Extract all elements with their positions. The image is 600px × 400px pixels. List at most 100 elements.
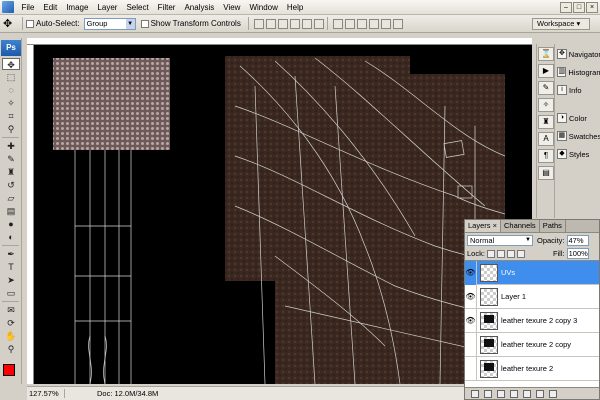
path-selection-tool-icon[interactable]: ➤: [2, 274, 20, 286]
menu-filter[interactable]: Filter: [153, 0, 180, 15]
layer-row[interactable]: leather texure 2: [465, 356, 599, 381]
character-panel-icon[interactable]: A: [538, 132, 554, 146]
actions-panel-icon[interactable]: ▶: [538, 64, 554, 78]
eyedropper-tool-icon[interactable]: ⚲: [2, 123, 20, 135]
menu-analysis[interactable]: Analysis: [180, 0, 219, 15]
navigator-panel-button[interactable]: ✥ Navigator: [555, 46, 600, 62]
zoom-tool-icon[interactable]: ⚲: [2, 343, 20, 355]
tool-presets-icon[interactable]: ✧: [538, 98, 554, 112]
clone-source-icon[interactable]: ♜: [538, 115, 554, 129]
distribute-vcenter-icon[interactable]: [344, 18, 355, 29]
tab-channels[interactable]: Channels: [501, 220, 540, 232]
blur-tool-icon[interactable]: ●: [2, 218, 20, 230]
adjustment-layer-icon[interactable]: [510, 389, 518, 398]
blend-mode-dropdown[interactable]: Normal ▼: [467, 234, 533, 246]
move-tool-preset-icon[interactable]: ✥: [3, 17, 19, 30]
trash-icon[interactable]: [549, 389, 557, 398]
marquee-tool-icon[interactable]: ⬚: [2, 71, 20, 83]
hand-tool-icon[interactable]: ✋: [2, 330, 20, 342]
visibility-toggle[interactable]: [465, 356, 477, 381]
auto-select-checkbox[interactable]: [26, 19, 34, 28]
vertical-ruler[interactable]: [27, 45, 34, 384]
color-panel-button[interactable]: ◑ Color: [555, 110, 600, 126]
crop-tool-icon[interactable]: ⌗: [2, 110, 20, 122]
close-button[interactable]: ×: [586, 2, 598, 13]
align-bottom-icon[interactable]: [277, 18, 288, 29]
minimize-button[interactable]: –: [560, 2, 572, 13]
info-panel-button[interactable]: i Info: [555, 82, 600, 98]
clone-stamp-tool-icon[interactable]: ♜: [2, 166, 20, 178]
align-left-icon[interactable]: [289, 18, 300, 29]
magic-wand-tool-icon[interactable]: ✧: [2, 97, 20, 109]
lasso-tool-icon[interactable]: ◌: [2, 84, 20, 96]
align-vcenter-icon[interactable]: [265, 18, 276, 29]
3d-rotate-tool-icon[interactable]: ⟳: [2, 317, 20, 329]
new-group-icon[interactable]: [523, 389, 531, 398]
history-brush-tool-icon[interactable]: ↺: [2, 179, 20, 191]
brush-tool-icon[interactable]: ✎: [2, 153, 20, 165]
show-transform-checkbox[interactable]: [140, 19, 149, 28]
type-tool-icon[interactable]: T: [2, 261, 20, 273]
distribute-top-icon[interactable]: [332, 18, 343, 29]
dodge-tool-icon[interactable]: ◐: [2, 231, 20, 243]
foreground-color-swatch[interactable]: [3, 364, 15, 376]
visibility-eye-icon[interactable]: 👁: [465, 261, 477, 285]
restore-button[interactable]: □: [573, 2, 585, 13]
layer-style-icon[interactable]: [484, 389, 492, 398]
layer-comps-icon[interactable]: ▤: [538, 166, 554, 180]
visibility-eye-icon[interactable]: 👁: [465, 284, 477, 309]
new-layer-icon[interactable]: [536, 389, 544, 398]
move-tool-icon[interactable]: ✥: [2, 58, 20, 70]
zoom-level[interactable]: 127.57%: [27, 389, 65, 398]
gradient-tool-icon[interactable]: ▤: [2, 205, 20, 217]
swatches-panel-button[interactable]: ▦ Swatches: [555, 128, 600, 144]
photoshop-app-icon[interactable]: [2, 1, 14, 13]
notes-tool-icon[interactable]: ✉: [2, 304, 20, 316]
canvas[interactable]: [35, 46, 532, 384]
menu-image[interactable]: Image: [62, 0, 93, 15]
menu-window[interactable]: Window: [245, 0, 282, 15]
menu-layer[interactable]: Layer: [93, 0, 122, 15]
distribute-right-icon[interactable]: [392, 18, 403, 29]
distribute-hcenter-icon[interactable]: [380, 18, 391, 29]
document-window[interactable]: [27, 38, 532, 384]
lock-position-icon[interactable]: [506, 249, 515, 258]
auto-select-dropdown[interactable]: Group ▼: [83, 17, 136, 30]
visibility-toggle[interactable]: [465, 332, 477, 357]
tab-layers[interactable]: Layers ×: [465, 220, 501, 232]
lock-pixels-icon[interactable]: [496, 249, 505, 258]
healing-brush-tool-icon[interactable]: ✚: [2, 140, 20, 152]
tab-paths[interactable]: Paths: [540, 220, 566, 232]
pen-tool-icon[interactable]: ✒: [2, 248, 20, 260]
styles-panel-button[interactable]: ◆ Styles: [555, 146, 600, 162]
fill-field[interactable]: 100%: [566, 248, 589, 259]
align-top-icon[interactable]: [253, 18, 264, 29]
workspace-button[interactable]: Workspace ▾: [532, 18, 590, 30]
lock-all-icon[interactable]: [516, 249, 525, 258]
histogram-panel-button[interactable]: ▥ Histogram: [555, 64, 600, 80]
menu-file[interactable]: File: [17, 0, 39, 15]
align-right-icon[interactable]: [313, 18, 324, 29]
horizontal-ruler[interactable]: [27, 38, 532, 45]
layer-row[interactable]: 👁 Layer 1: [465, 284, 599, 309]
menu-select[interactable]: Select: [122, 0, 153, 15]
opacity-field[interactable]: 47%: [566, 234, 589, 246]
link-layers-icon[interactable]: [471, 389, 479, 398]
history-panel-icon[interactable]: ⌛: [538, 47, 554, 61]
shape-tool-icon[interactable]: ▭: [2, 287, 20, 299]
eraser-tool-icon[interactable]: ▱: [2, 192, 20, 204]
layer-row[interactable]: 👁 UVs: [465, 261, 599, 285]
menu-help[interactable]: Help: [282, 0, 307, 15]
layer-row[interactable]: 👁 leather texure 2 copy 3: [465, 308, 599, 333]
lock-transparency-icon[interactable]: [486, 249, 495, 258]
menu-edit[interactable]: Edit: [39, 0, 62, 15]
brushes-panel-icon[interactable]: ✎: [538, 81, 554, 95]
distribute-bottom-icon[interactable]: [356, 18, 367, 29]
align-hcenter-icon[interactable]: [301, 18, 312, 29]
paragraph-panel-icon[interactable]: ¶: [538, 149, 554, 163]
distribute-left-icon[interactable]: [368, 18, 379, 29]
visibility-eye-icon[interactable]: 👁: [465, 308, 477, 333]
layer-row[interactable]: leather texure 2 copy: [465, 332, 599, 357]
menu-view[interactable]: View: [219, 0, 245, 15]
add-mask-icon[interactable]: [497, 389, 505, 398]
